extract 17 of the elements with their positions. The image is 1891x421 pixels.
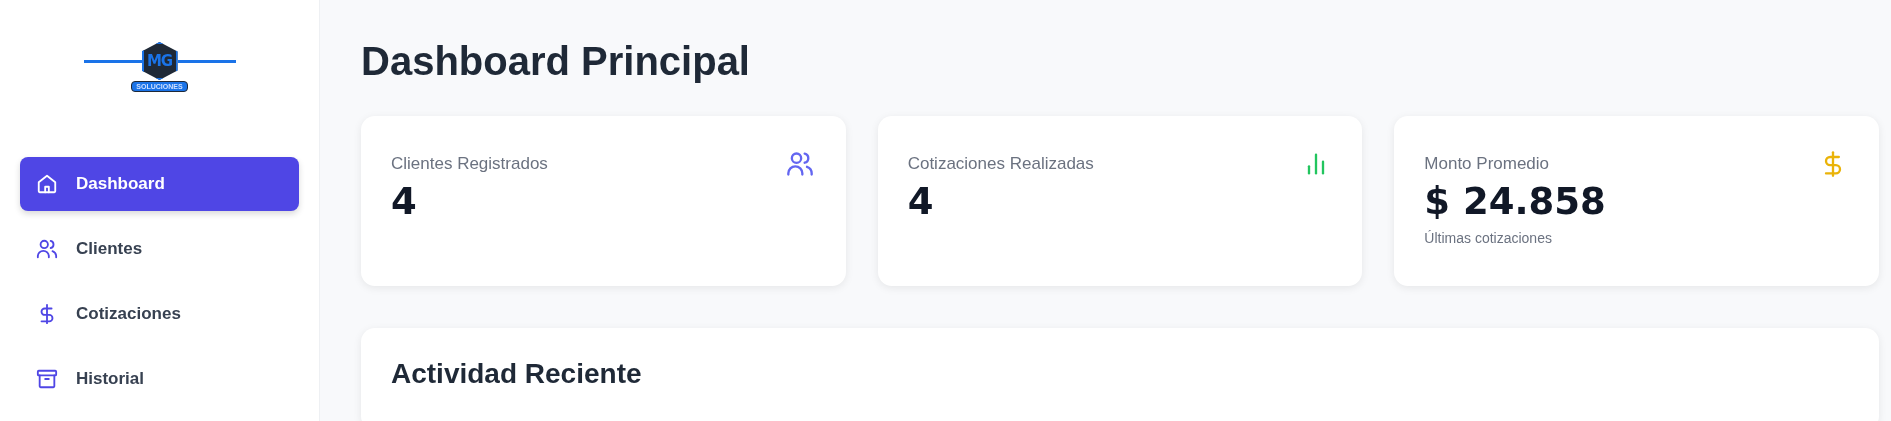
stat-value: 4 bbox=[907, 180, 935, 224]
stat-value: 4 bbox=[391, 180, 418, 224]
page-title: Dashboard Principal bbox=[361, 38, 751, 85]
stat-label: Clientes Registrados bbox=[391, 154, 548, 174]
stat-label: Monto Promedio bbox=[1424, 154, 1550, 174]
nav-item[interactable]: Dashboard bbox=[20, 157, 299, 211]
nav-item[interactable]: Clientes bbox=[20, 222, 299, 276]
stat-label: Cotizaciones Realizadas bbox=[907, 154, 1094, 174]
archive-icon bbox=[36, 368, 58, 390]
section-title: Actividad Reciente bbox=[391, 358, 643, 390]
nav-item[interactable]: Cotizaciones bbox=[20, 287, 299, 341]
stat-value: $ 24.858 bbox=[1424, 180, 1607, 224]
stat-note: Últimas cotizaciones bbox=[1424, 230, 1553, 246]
logo-mark: MG bbox=[141, 42, 178, 80]
home-icon bbox=[36, 173, 58, 195]
nav-item[interactable]: Historial bbox=[20, 352, 299, 406]
users-icon bbox=[36, 238, 58, 260]
